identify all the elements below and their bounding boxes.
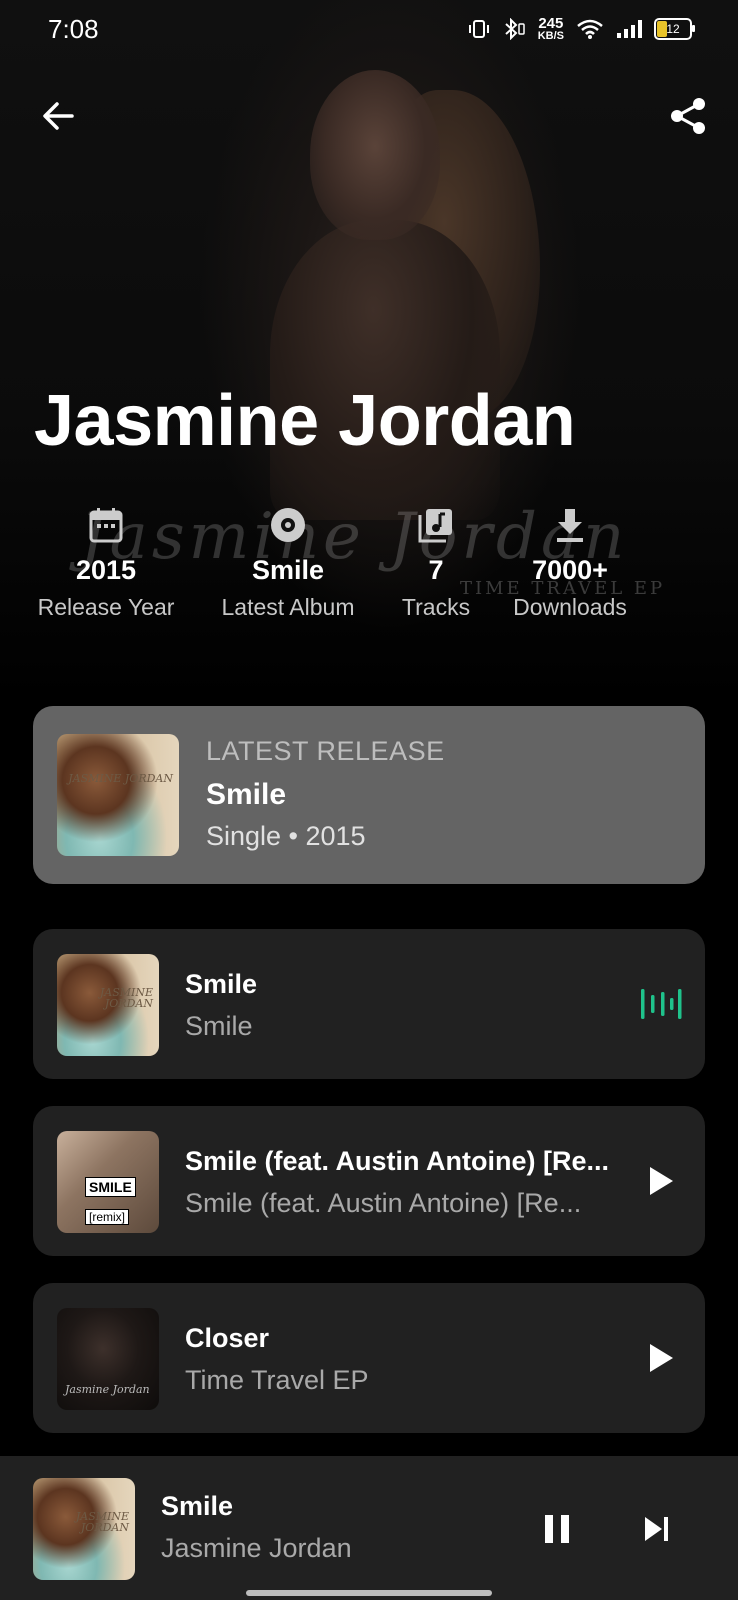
battery-level: 12 — [666, 22, 680, 36]
bluetooth-icon — [505, 18, 525, 40]
stat-label: Release Year — [37, 594, 175, 620]
home-indicator[interactable] — [246, 1590, 492, 1596]
signal-icon — [617, 20, 642, 38]
stat-latest-album: Smile Latest Album — [208, 505, 368, 621]
album-art-label: SMILE — [85, 1177, 136, 1197]
share-icon — [671, 98, 705, 134]
track-item[interactable]: JASMINE JORDAN Smile Smile — [33, 929, 705, 1079]
latest-release-title: Smile — [206, 778, 287, 811]
network-speed-unit: KB/S — [537, 30, 564, 42]
track-title: Smile (feat. Austin Antoine) [Re... — [185, 1146, 610, 1176]
track-item[interactable]: SMILE [remix] Smile (feat. Austin Antoin… — [33, 1106, 705, 1256]
stat-value: 2015 — [75, 555, 137, 585]
stat-downloads: 7000+ Downloads — [490, 505, 650, 621]
latest-release-album-art: JASMINE JORDAN — [57, 734, 179, 856]
album-art-text: JASMINE JORDAN — [75, 1509, 129, 1534]
artist-name: Jasmine Jordan — [34, 381, 576, 461]
music-library-icon — [418, 509, 452, 543]
play-button[interactable] — [637, 1334, 685, 1382]
player-track-title: Smile — [161, 1491, 234, 1521]
album-art-signature: Jasmine Jordan — [65, 1383, 150, 1396]
track-album-art: JASMINE JORDAN — [57, 954, 159, 1056]
track-album-art: SMILE [remix] — [57, 1131, 159, 1233]
track-subtitle: Smile (feat. Austin Antoine) [Re... — [185, 1188, 582, 1218]
pause-button[interactable] — [532, 1504, 582, 1554]
track-title: Smile — [185, 969, 258, 999]
back-button[interactable] — [34, 92, 82, 140]
network-speed-value: 245 — [538, 15, 564, 32]
stat-label: Downloads — [513, 594, 627, 620]
player-album-art: JASMINE JORDAN — [33, 1478, 135, 1580]
track-title: Closer — [185, 1323, 270, 1353]
hero-photo-body — [270, 220, 500, 520]
status-icons: 245 KB/S 12 — [468, 16, 695, 42]
stat-label: Latest Album — [221, 594, 355, 620]
play-icon — [650, 1167, 673, 1195]
play-button[interactable] — [637, 1157, 685, 1205]
mini-player[interactable]: JASMINE JORDAN Smile Jasmine Jordan — [0, 1456, 738, 1600]
album-art-label: [remix] — [85, 1209, 129, 1225]
equalizer-icon — [641, 989, 682, 1019]
album-art-text: JASMINE JORDAN — [99, 985, 153, 1010]
latest-release-meta: Single • 2015 — [206, 821, 366, 851]
battery-icon: 12 — [654, 18, 695, 40]
track-subtitle: Smile — [185, 1011, 253, 1041]
hero-photo-head — [310, 70, 440, 240]
stat-value: Smile — [251, 555, 325, 585]
track-album-art: Jasmine Jordan — [57, 1308, 159, 1410]
calendar-icon — [89, 508, 123, 543]
album-art-text: JASMINE JORDAN — [68, 772, 173, 786]
player-artist-name: Jasmine Jordan — [161, 1533, 352, 1563]
now-playing-indicator[interactable] — [637, 980, 685, 1028]
download-icon — [557, 509, 583, 542]
arrow-back-icon — [43, 102, 74, 130]
latest-release-card[interactable]: JASMINE JORDAN LATEST RELEASE Smile Sing… — [33, 706, 705, 884]
track-subtitle: Time Travel EP — [185, 1365, 369, 1395]
skip-next-button[interactable] — [632, 1504, 682, 1554]
share-button[interactable] — [664, 92, 712, 140]
disc-icon — [271, 508, 305, 542]
wifi-icon — [577, 19, 603, 39]
play-icon — [650, 1344, 673, 1372]
vibrate-icon — [468, 20, 489, 38]
stat-release-year: 2015 Release Year — [26, 505, 186, 621]
network-speed: 245 KB/S — [538, 16, 564, 42]
track-item[interactable]: Jasmine Jordan Closer Time Travel EP — [33, 1283, 705, 1433]
skip-next-icon — [645, 1517, 668, 1541]
status-bar: 7:08 245 KB/S 12 — [0, 0, 738, 58]
stat-value: 7000+ — [532, 555, 608, 585]
pause-icon — [545, 1515, 569, 1543]
status-time: 7:08 — [48, 13, 99, 44]
latest-release-tag: LATEST RELEASE — [206, 736, 445, 766]
